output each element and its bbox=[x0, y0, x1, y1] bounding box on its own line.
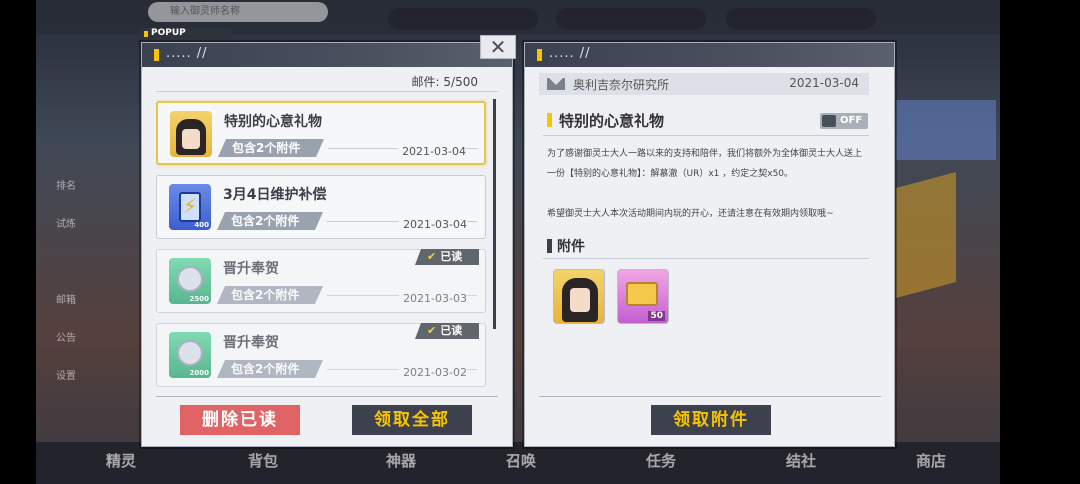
sidenav-item[interactable]: 公告 bbox=[36, 320, 96, 358]
sidenav-item[interactable]: 邮箱 bbox=[36, 282, 96, 320]
lock-state: OFF bbox=[840, 115, 863, 126]
bottom-nav-summon[interactable]: 召唤 bbox=[506, 450, 536, 471]
item-quantity: 400 bbox=[194, 221, 209, 229]
character-portrait-icon bbox=[170, 111, 212, 157]
coin-icon: 2000 bbox=[169, 332, 211, 378]
claim-attachments-button[interactable]: 领取附件 bbox=[651, 405, 771, 435]
mail-detail-title: 特别的心意礼物 bbox=[559, 112, 665, 130]
mail-title: 特别的心意礼物 bbox=[224, 114, 322, 130]
bottom-nav-bag[interactable]: 背包 bbox=[248, 450, 278, 471]
bottom-nav-guild[interactable]: 结社 bbox=[786, 450, 816, 471]
mail-count: 邮件: 5/500 bbox=[411, 75, 478, 89]
left-letterbox bbox=[0, 0, 36, 484]
mail-date: 2021-03-04 bbox=[398, 145, 466, 158]
attachment-count-badge: 包含2个附件 bbox=[217, 360, 323, 378]
attachments-title: 附件 bbox=[557, 239, 585, 255]
sidenav-item[interactable] bbox=[36, 244, 96, 282]
sender-bar: 奥利吉奈尔研究所 2021-03-04 bbox=[539, 73, 869, 95]
item-quantity: 2000 bbox=[189, 369, 209, 377]
bottom-nav-tasks[interactable]: 任务 bbox=[646, 450, 676, 471]
envelope-icon bbox=[547, 78, 565, 90]
coin-disc bbox=[177, 340, 203, 366]
resource-pill bbox=[556, 8, 706, 30]
item-quantity: 50 bbox=[648, 311, 665, 321]
sidenav-item[interactable] bbox=[36, 130, 96, 168]
mail-title: 晋升奉贺 bbox=[223, 261, 279, 277]
mail-detail-panel: ..... // 奥利吉奈尔研究所 2021-03-04 特别的心意礼物 OFF… bbox=[524, 42, 895, 447]
background-art-gold bbox=[896, 171, 956, 299]
lock-toggle[interactable]: OFF bbox=[820, 113, 868, 129]
coin-icon: 2500 bbox=[169, 258, 211, 304]
divider bbox=[156, 396, 498, 397]
mail-item-promotion[interactable]: 2500 晋升奉贺 包含2个附件 2021-03-03 ✔ 已读 bbox=[156, 249, 486, 313]
read-tag: ✔ 已读 bbox=[415, 249, 479, 265]
divider bbox=[156, 91, 498, 92]
attachment-count-badge: 包含2个附件 bbox=[217, 212, 323, 230]
sidenav-item[interactable]: 试炼 bbox=[36, 206, 96, 244]
divider bbox=[539, 396, 881, 397]
bottom-nav-artifact[interactable]: 神器 bbox=[386, 450, 416, 471]
contract-ticket-icon[interactable]: 50 bbox=[617, 269, 669, 324]
claim-all-button[interactable]: 领取全部 bbox=[352, 405, 472, 435]
header-mark bbox=[537, 49, 542, 61]
battery-icon: ⚡ 400 bbox=[169, 184, 211, 230]
mail-detail-header-text: ..... // bbox=[549, 46, 591, 61]
title-mark bbox=[547, 113, 552, 127]
sender-name: 奥利吉奈尔研究所 bbox=[573, 78, 670, 92]
attachment-count-badge: 包含2个附件 bbox=[218, 139, 324, 157]
mail-list[interactable]: 特别的心意礼物 包含2个附件 2021-03-04 ⚡ 400 3月4日维护补偿… bbox=[156, 99, 488, 389]
ticket-shape bbox=[626, 282, 658, 306]
delete-read-button[interactable]: 删除已读 bbox=[180, 405, 300, 435]
mail-title: 3月4日维护补偿 bbox=[223, 187, 327, 203]
mail-item-maintenance[interactable]: ⚡ 400 3月4日维护补偿 包含2个附件 2021-03-04 bbox=[156, 175, 486, 239]
mail-list-header-text: ..... // bbox=[166, 46, 208, 61]
mail-list-header: ..... // bbox=[142, 43, 512, 67]
resource-pill bbox=[726, 8, 876, 30]
bottom-nav-shop[interactable]: 商店 bbox=[916, 450, 946, 471]
sidenav-item[interactable]: 排名 bbox=[36, 168, 96, 206]
mail-body-line: 为了感谢御灵士大人一路以来的支持和陪伴，我们将额外为全体御灵士大人送上 bbox=[547, 149, 863, 159]
read-tag-label: 已读 bbox=[440, 324, 463, 337]
background-art-blue bbox=[896, 100, 996, 160]
mail-item-special-gift[interactable]: 特别的心意礼物 包含2个附件 2021-03-04 bbox=[156, 101, 486, 165]
lightning-icon: ⚡ bbox=[183, 194, 198, 218]
checkmark-icon: ✔ bbox=[427, 250, 437, 263]
coin-disc bbox=[177, 266, 203, 292]
divider bbox=[543, 135, 869, 136]
popup-tag-mark bbox=[144, 31, 148, 37]
divider bbox=[543, 258, 869, 259]
bottom-nav-spirit[interactable]: 精灵 bbox=[106, 450, 136, 471]
resource-pill bbox=[388, 8, 538, 30]
background-side-nav: 排名 试炼 邮箱 公告 设置 bbox=[36, 130, 96, 400]
right-letterbox bbox=[1000, 0, 1080, 484]
mail-item-promotion[interactable]: 2000 晋升奉贺 包含2个附件 2021-03-02 ✔ 已读 bbox=[156, 323, 486, 387]
mail-date: 2021-03-03 bbox=[399, 292, 467, 305]
portrait-face bbox=[570, 288, 590, 312]
read-tag: ✔ 已读 bbox=[415, 323, 479, 339]
sidenav-item[interactable]: 设置 bbox=[36, 358, 96, 396]
mail-list-scrollbar[interactable] bbox=[493, 99, 496, 329]
mail-list-panel: ..... // 邮件: 5/500 特别的心意礼物 包含2个附件 2021-0… bbox=[141, 42, 513, 447]
header-mark bbox=[154, 49, 159, 61]
background-search-input[interactable]: 输入御灵师名称 bbox=[148, 2, 328, 22]
mail-body-line: 希望御灵士大人本次活动期间内玩的开心，还请注意在有效期内领取哦~ bbox=[547, 209, 834, 219]
mail-title: 晋升奉贺 bbox=[223, 335, 279, 351]
character-portrait-icon[interactable] bbox=[553, 269, 605, 324]
checkmark-icon: ✔ bbox=[427, 324, 437, 337]
lock-icon bbox=[822, 115, 836, 127]
item-quantity: 2500 bbox=[189, 295, 209, 303]
bottom-nav-bar: 精灵 背包 神器 召唤 任务 结社 商店 bbox=[36, 442, 1000, 484]
close-button[interactable]: ✕ bbox=[480, 35, 516, 59]
mail-body-line: 一份【特别的心意礼物】：解慕澈（UR）x1 ，约定之契x50。 bbox=[547, 169, 794, 179]
popup-tag-label: POPUP bbox=[151, 28, 186, 38]
popup-tag: POPUP bbox=[141, 28, 231, 40]
attachments-mark bbox=[547, 239, 552, 253]
mail-date: 2021-03-02 bbox=[399, 366, 467, 379]
portrait-face bbox=[182, 129, 200, 149]
read-tag-label: 已读 bbox=[440, 250, 463, 263]
attachment-count-badge: 包含2个附件 bbox=[217, 286, 323, 304]
mail-detail-header: ..... // bbox=[525, 43, 894, 67]
mail-date: 2021-03-04 bbox=[789, 76, 859, 90]
mail-date: 2021-03-04 bbox=[399, 218, 467, 231]
